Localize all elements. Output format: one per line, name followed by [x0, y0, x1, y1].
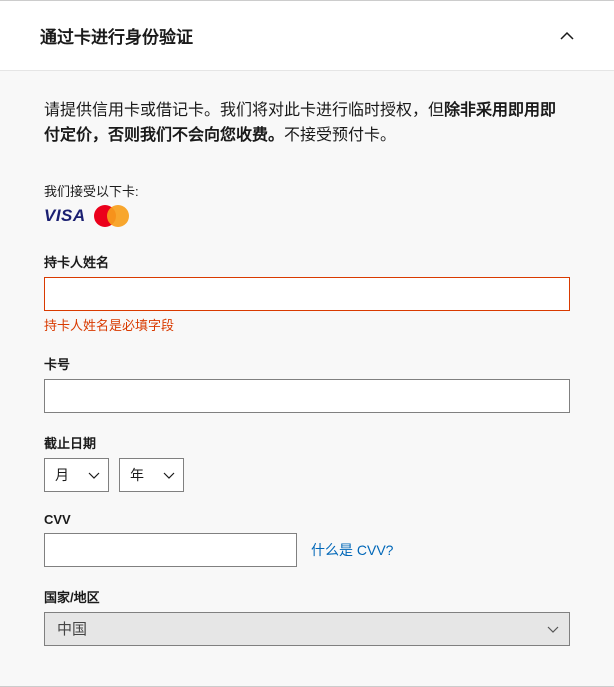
cardholder-input[interactable]: [44, 277, 570, 311]
intro-part2: 不接受预付卡。: [284, 127, 396, 144]
chevron-up-icon: [560, 29, 574, 43]
panel-body: 请提供信用卡或借记卡。我们将对此卡进行临时授权，但除非采用即用即付定价，否则我们…: [0, 70, 614, 686]
chevron-down-icon: [547, 623, 559, 635]
chevron-down-icon: [88, 469, 100, 481]
expiry-year-select[interactable]: 年: [119, 458, 184, 492]
panel-title: 通过卡进行身份验证: [40, 23, 193, 48]
accepted-cards-label: 我们接受以下卡:: [44, 181, 570, 200]
cardnumber-label: 卡号: [44, 354, 570, 373]
intro-part1: 请提供信用卡或借记卡。我们将对此卡进行临时授权，但: [44, 102, 444, 119]
expiry-label: 截止日期: [44, 433, 570, 452]
country-select[interactable]: 中国: [44, 612, 570, 646]
cardholder-field: 持卡人姓名 持卡人姓名是必填字段: [44, 252, 570, 334]
cardnumber-input[interactable]: [44, 379, 570, 413]
country-label: 国家/地区: [44, 587, 570, 606]
card-verification-panel: 通过卡进行身份验证 请提供信用卡或借记卡。我们将对此卡进行临时授权，但除非采用即…: [0, 0, 614, 687]
expiry-year-value: 年: [130, 465, 144, 485]
cardnumber-field: 卡号: [44, 354, 570, 413]
panel-header[interactable]: 通过卡进行身份验证: [0, 1, 614, 70]
country-field: 国家/地区 中国: [44, 587, 570, 646]
cvv-field: CVV 什么是 CVV?: [44, 512, 570, 567]
intro-text: 请提供信用卡或借记卡。我们将对此卡进行临时授权，但除非采用即用即付定价，否则我们…: [44, 99, 570, 149]
cvv-input[interactable]: [44, 533, 297, 567]
expiry-month-select[interactable]: 月: [44, 458, 109, 492]
mastercard-icon: [92, 204, 132, 228]
chevron-down-icon: [163, 469, 175, 481]
expiry-field: 截止日期 月 年: [44, 433, 570, 492]
cardholder-error: 持卡人姓名是必填字段: [44, 315, 570, 334]
cvv-label: CVV: [44, 512, 570, 527]
expiry-month-value: 月: [55, 465, 69, 485]
visa-icon: VISA: [44, 206, 86, 226]
card-logos: VISA: [44, 204, 570, 228]
country-value: 中国: [57, 618, 87, 639]
cardholder-label: 持卡人姓名: [44, 252, 570, 271]
cvv-help-link[interactable]: 什么是 CVV?: [311, 540, 393, 560]
